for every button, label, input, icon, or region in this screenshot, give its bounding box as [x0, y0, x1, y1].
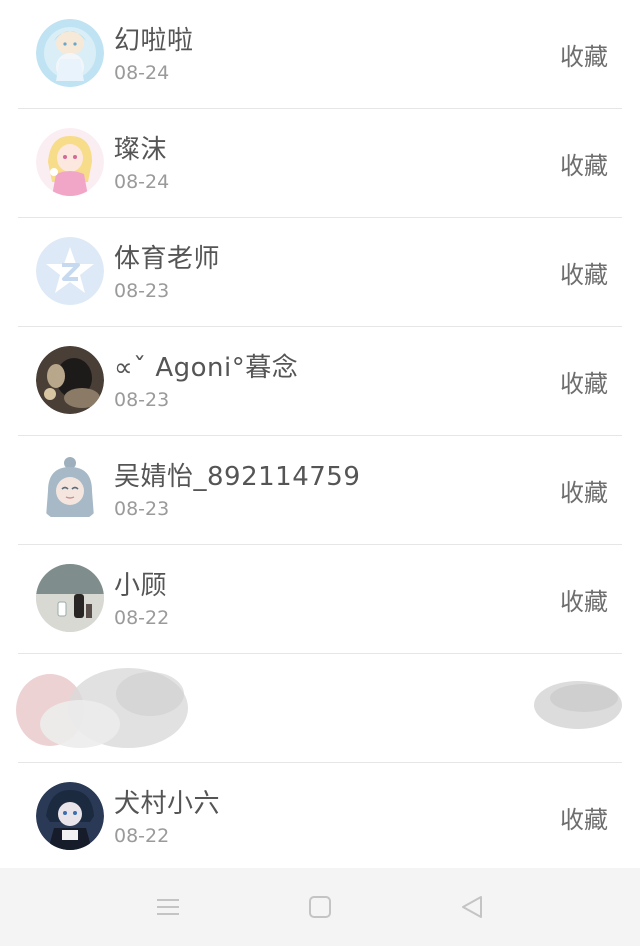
screen: 幻啦啦 08-24 收藏 璨沫 08-24 收藏 体育老师 08-23 收藏 ∝…	[0, 0, 640, 946]
contact-name: ∝ˇ Agoni°暮念	[114, 353, 299, 383]
list-item[interactable]: 体育老师 08-23 收藏	[18, 218, 622, 327]
avatar[interactable]	[36, 564, 104, 632]
home-square-icon	[309, 896, 331, 918]
list-item[interactable]: 小顾 08-22 收藏	[18, 545, 622, 654]
favorites-list: 幻啦啦 08-24 收藏 璨沫 08-24 收藏 体育老师 08-23 收藏 ∝…	[0, 0, 640, 872]
item-date: 08-23	[114, 280, 170, 302]
favorite-button[interactable]: 收藏	[560, 364, 608, 399]
contact-name: 璨沫	[114, 135, 168, 165]
item-date: 08-24	[114, 62, 170, 84]
room-photo-avatar-icon	[36, 564, 104, 632]
back-triangle-icon	[462, 896, 482, 918]
avatar[interactable]	[36, 782, 104, 850]
chibi-girl-avatar-icon	[36, 455, 104, 523]
favorite-button[interactable]: 收藏	[560, 473, 608, 508]
list-item[interactable]: 犬村小六 08-22 收藏	[18, 763, 622, 872]
contact-name: 犬村小六	[114, 789, 221, 819]
pastel-anime-girl-avatar-icon	[36, 19, 104, 87]
pink-anime-girl-avatar-icon	[36, 128, 104, 196]
favorite-button[interactable]: 收藏	[560, 800, 608, 835]
contact-name: 体育老师	[114, 244, 221, 274]
redaction-scribble	[16, 668, 188, 748]
dark-photo-avatar-icon	[36, 346, 104, 414]
favorite-button[interactable]: 收藏	[560, 255, 608, 290]
item-date: 08-22	[114, 607, 170, 629]
list-item[interactable]: 吴婧怡_892114759 08-23 收藏	[18, 436, 622, 545]
back-button[interactable]	[457, 892, 487, 922]
avatar[interactable]	[36, 346, 104, 414]
menu-button[interactable]	[153, 892, 183, 922]
menu-icon	[157, 899, 179, 915]
favorite-button[interactable]: 收藏	[560, 146, 608, 181]
system-navigation-bar	[0, 868, 640, 946]
favorite-button[interactable]: 收藏	[560, 582, 608, 617]
avatar[interactable]	[36, 455, 104, 523]
avatar[interactable]	[36, 237, 104, 305]
list-item[interactable]: 璨沫 08-24 收藏	[18, 109, 622, 218]
redacted-list-item	[16, 654, 622, 763]
avatar[interactable]	[36, 19, 104, 87]
home-button[interactable]	[305, 892, 335, 922]
favorite-button[interactable]: 收藏	[560, 37, 608, 72]
item-date: 08-24	[114, 171, 170, 193]
item-date: 08-23	[114, 389, 170, 411]
qq-default-avatar-icon	[36, 237, 104, 305]
item-date: 08-22	[114, 825, 170, 847]
item-date: 08-23	[114, 498, 170, 520]
contact-name: 小顾	[114, 571, 168, 601]
dark-anime-avatar-icon	[36, 782, 104, 850]
avatar[interactable]	[36, 128, 104, 196]
list-item[interactable]: 幻啦啦 08-24 收藏	[18, 0, 622, 109]
list-item[interactable]: ∝ˇ Agoni°暮念 08-23 收藏	[18, 327, 622, 436]
redaction-scribble	[534, 681, 622, 729]
contact-name: 吴婧怡_892114759	[114, 462, 361, 492]
contact-name: 幻啦啦	[114, 26, 194, 56]
